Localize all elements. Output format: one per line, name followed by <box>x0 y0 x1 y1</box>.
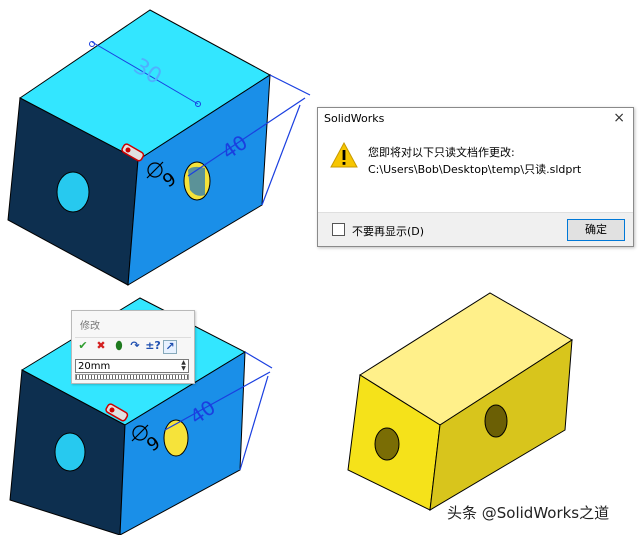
dialog-titlebar[interactable]: SolidWorks × <box>318 108 633 130</box>
modify-toolbar: ✔ ✖ ⬮ ↷ ±? ↗ <box>75 337 191 356</box>
warning-icon <box>330 142 358 168</box>
reset-icon[interactable]: ↷ <box>129 340 141 352</box>
mark-dimension-icon[interactable]: ±? <box>145 340 161 352</box>
dialog-body: 您即将对以下只读文档作更改: C:\Users\Bob\Desktop\temp… <box>318 130 633 212</box>
dimension-value: 20mm <box>78 361 111 372</box>
check-icon[interactable]: ✔ <box>77 340 89 352</box>
dialog-message: 您即将对以下只读文档作更改: <box>368 146 515 159</box>
solidworks-dialog: SolidWorks × 您即将对以下只读文档作更改: C:\Users\Bob… <box>317 107 634 247</box>
close-icon[interactable]: × <box>613 110 625 126</box>
yellow-front-hole <box>374 427 400 461</box>
dialog-title: SolidWorks <box>324 112 385 125</box>
front-hole <box>56 171 90 213</box>
dimension-value-input[interactable]: 20mm ▲ ▼ <box>75 359 189 373</box>
thumbwheel-slider[interactable] <box>75 374 189 380</box>
dialog-footer: 不要再显示(D) 确定 <box>318 212 633 246</box>
watermark: 头条 @SolidWorks之道 <box>447 504 610 522</box>
dont-show-again-checkbox[interactable] <box>332 223 345 236</box>
dont-show-again-label[interactable]: 不要再显示(D) <box>352 223 424 239</box>
select-icon[interactable]: ↗ <box>163 340 177 354</box>
model-view-yellow <box>347 292 573 511</box>
cancel-icon[interactable]: ✖ <box>95 340 107 352</box>
ok-button[interactable]: 确定 <box>567 219 625 241</box>
model-view-top: 30 40 9 <box>7 9 311 286</box>
dialog-file-path: C:\Users\Bob\Desktop\temp\只读.sldprt <box>368 163 582 176</box>
rebuild-icon[interactable]: ⬮ <box>113 340 125 352</box>
modify-title: 修改 <box>80 321 100 332</box>
modify-popup: 修改 ✔ ✖ ⬮ ↷ ±? ↗ 20mm ▲ ▼ <box>71 310 195 384</box>
side-hole <box>163 419 189 457</box>
yellow-side-hole <box>484 404 508 438</box>
spinner-icon[interactable]: ▲ ▼ <box>179 360 188 372</box>
front-hole <box>54 432 86 472</box>
